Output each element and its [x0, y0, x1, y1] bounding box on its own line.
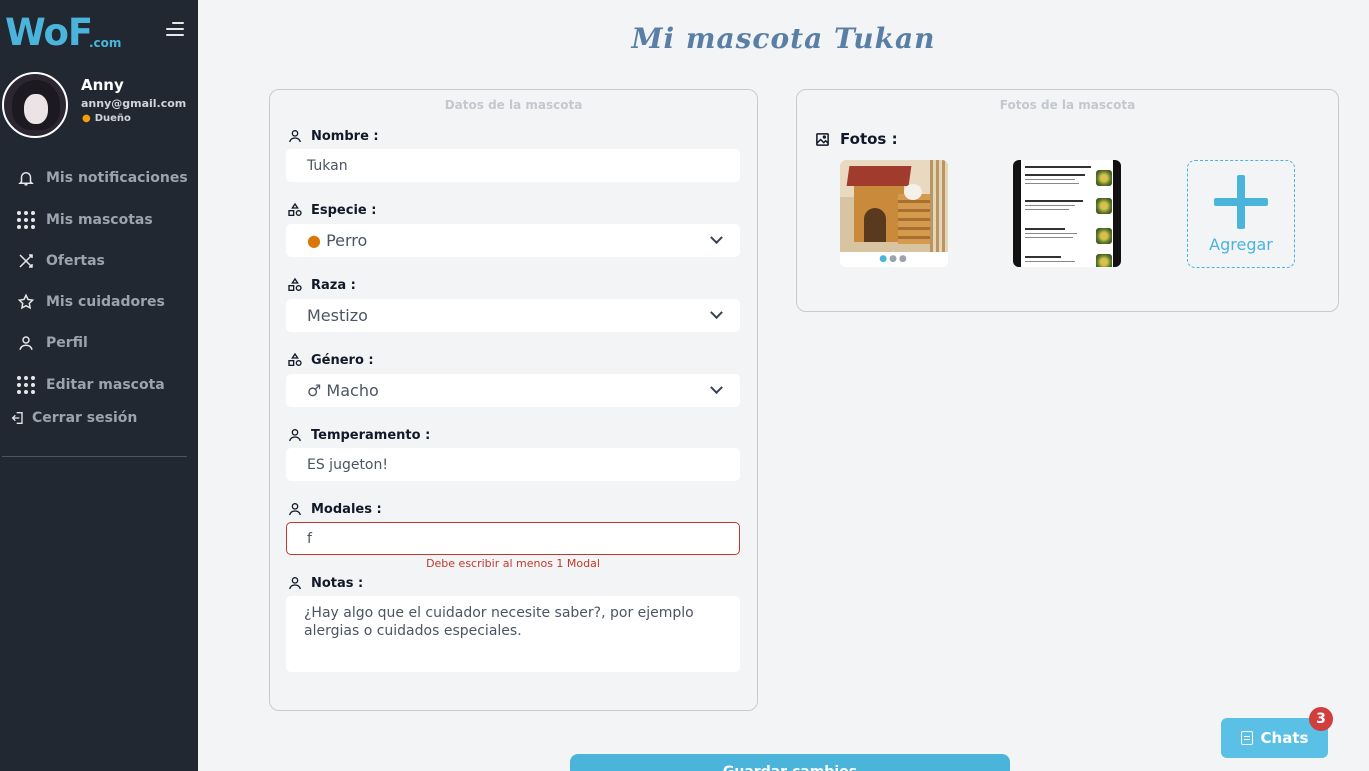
shapes-icon [286, 201, 304, 219]
pet-data-title: Datos de la mascota [444, 98, 583, 112]
notas-label-text: Notas : [311, 575, 364, 591]
especie-select[interactable]: ● Perro [286, 224, 740, 257]
modales-label-text: Modales : [311, 501, 382, 517]
user-name: Anny [81, 76, 124, 94]
logout-label: Cerrar sesión [32, 410, 138, 426]
user-icon [286, 127, 304, 145]
sidebar-item-label: Mis cuidadores [46, 294, 165, 310]
user-icon [286, 500, 304, 518]
chats-label: Chats [1260, 729, 1309, 747]
raza-label: Raza : [286, 276, 356, 294]
user-email: anny@gmail.com [81, 97, 187, 110]
sidebar-divider [2, 456, 187, 457]
dog-house-image [840, 160, 948, 252]
carousel-dots[interactable]: ●●● [840, 254, 948, 264]
photos-label: Fotos : [815, 130, 898, 148]
temperamento-label-text: Temperamento : [311, 427, 431, 443]
grid-icon [16, 210, 36, 230]
raza-select[interactable]: Mestizo [286, 299, 740, 332]
sidebar-item-label: Ofertas [46, 253, 105, 269]
user-role-label: Dueño [94, 113, 131, 124]
chevron-down-icon [710, 231, 723, 245]
modales-input[interactable]: f [286, 522, 740, 555]
dog-face-icon: ● [307, 231, 321, 250]
user-icon [16, 333, 36, 353]
raza-value: Mestizo [307, 306, 368, 325]
genero-label: Género : [286, 351, 374, 369]
chats-count-badge: 3 [1309, 707, 1333, 731]
genero-value: ♂ Macho [307, 381, 379, 400]
sidebar-item-label: Perfil [46, 335, 88, 351]
phone-screenshot-image [1021, 160, 1113, 267]
chat-icon [1240, 731, 1253, 745]
modales-error: Debe escribir al menos 1 Modal [426, 557, 600, 570]
logout-button[interactable]: Cerrar sesión [8, 406, 137, 430]
especie-label-text: Especie : [311, 202, 377, 218]
user-icon [286, 574, 304, 592]
add-photo-label: Agregar [1209, 235, 1273, 254]
sidebar-item-label: Editar mascota [46, 377, 165, 393]
sidebar-item-label: Mis notificaciones [46, 170, 188, 186]
sidebar-item-cuidadores[interactable]: Mis cuidadores [16, 290, 165, 314]
dog-face-icon: ● [82, 113, 91, 124]
sidebar-item-notificaciones[interactable]: Mis notificaciones [16, 166, 188, 190]
image-icon [815, 132, 830, 147]
nombre-input[interactable]: Tukan [286, 149, 740, 182]
avatar [2, 72, 68, 138]
user-profile: Anny anny@gmail.com ● Dueño [2, 72, 192, 140]
shapes-icon [286, 276, 304, 294]
especie-label: Especie : [286, 201, 376, 219]
sidebar-item-mascotas[interactable]: Mis mascotas [16, 208, 153, 232]
especie-value: ● Perro [307, 231, 367, 250]
genero-label-text: Género : [311, 352, 374, 368]
raza-label-text: Raza : [311, 277, 356, 293]
nombre-label: Nombre : [286, 127, 379, 145]
nombre-label-text: Nombre : [311, 128, 379, 144]
pet-photos-title: Fotos de la mascota [999, 98, 1136, 112]
shapes-icon [286, 351, 304, 369]
star-icon [16, 292, 36, 312]
pet-photo-2[interactable] [1013, 160, 1121, 267]
add-photo-button[interactable]: Agregar [1187, 160, 1295, 268]
pet-photo-1[interactable]: ●●● [840, 160, 948, 267]
temperamento-label: Temperamento : [286, 426, 430, 444]
chevron-down-icon [710, 306, 723, 320]
logout-icon [8, 408, 28, 428]
shuffle-icon [16, 251, 36, 271]
genero-select[interactable]: ♂ Macho [286, 374, 740, 407]
save-changes-button[interactable]: Guardar cambios [570, 754, 1010, 771]
bell-icon [16, 168, 36, 188]
photos-label-text: Fotos : [840, 130, 898, 148]
grid-icon [16, 375, 36, 395]
sidebar-item-editar-mascota[interactable]: Editar mascota [16, 373, 165, 397]
page-title: Mi mascota Tukan [631, 22, 936, 55]
user-icon [286, 426, 304, 444]
sidebar-item-ofertas[interactable]: Ofertas [16, 249, 105, 273]
sidebar-item-perfil[interactable]: Perfil [16, 331, 88, 355]
modales-label: Modales : [286, 500, 382, 518]
sidebar-item-label: Mis mascotas [46, 212, 153, 228]
user-role: ● Dueño [82, 113, 131, 124]
especie-value-text: Perro [326, 231, 368, 250]
temperamento-input[interactable]: ES jugeton! [286, 448, 740, 481]
pet-data-card: Datos de la mascota Nombre : Tukan Espec… [269, 89, 758, 711]
chevron-down-icon [710, 381, 723, 395]
pet-photos-card: Fotos de la mascota Fotos : ●●● Agregar [796, 89, 1339, 312]
notas-textarea[interactable]: ¿Hay algo que el cuidador necesite saber… [286, 596, 740, 672]
notas-label: Notas : [286, 574, 363, 592]
sidebar: WoF .com Anny anny@gmail.com ● Dueño Mis … [0, 0, 198, 771]
